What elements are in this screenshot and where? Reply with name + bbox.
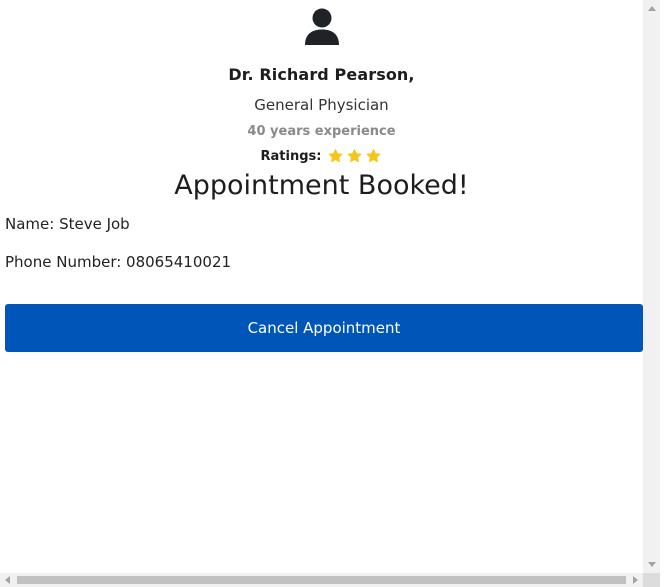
scroll-right-arrow-icon[interactable]	[633, 576, 638, 584]
horizontal-scroll-thumb[interactable]	[17, 576, 626, 584]
patient-name: Name: Steve Job	[5, 215, 130, 233]
window-edge	[660, 0, 665, 587]
page-viewport: Dr. Richard Pearson, General Physician 4…	[0, 0, 643, 573]
doctor-experience: 40 years experience	[247, 124, 396, 139]
star-icon	[367, 149, 381, 163]
booking-title: Appointment Booked!	[174, 170, 469, 201]
star-icon	[348, 149, 362, 163]
scroll-up-arrow-icon[interactable]	[648, 6, 656, 11]
scrollbar-corner	[643, 573, 660, 587]
ratings-label: Ratings:	[260, 148, 322, 164]
doctor-card: Dr. Richard Pearson, General Physician 4…	[0, 0, 643, 164]
vertical-scroll-thumb[interactable]	[646, 17, 657, 554]
vertical-scrollbar[interactable]	[643, 0, 660, 573]
rating-stars	[327, 148, 382, 164]
horizontal-scrollbar[interactable]	[0, 573, 643, 587]
cancel-appointment-button[interactable]: Cancel Appointment	[5, 304, 643, 352]
patient-phone: Phone Number: 08065410021	[5, 253, 232, 271]
scroll-down-arrow-icon[interactable]	[648, 562, 656, 567]
star-icon	[329, 149, 343, 163]
doctor-name: Dr. Richard Pearson,	[228, 65, 415, 84]
user-icon	[304, 8, 339, 45]
ratings: Ratings:	[0, 148, 643, 164]
doctor-specialty: General Physician	[254, 96, 389, 114]
scroll-left-arrow-icon[interactable]	[5, 576, 10, 584]
